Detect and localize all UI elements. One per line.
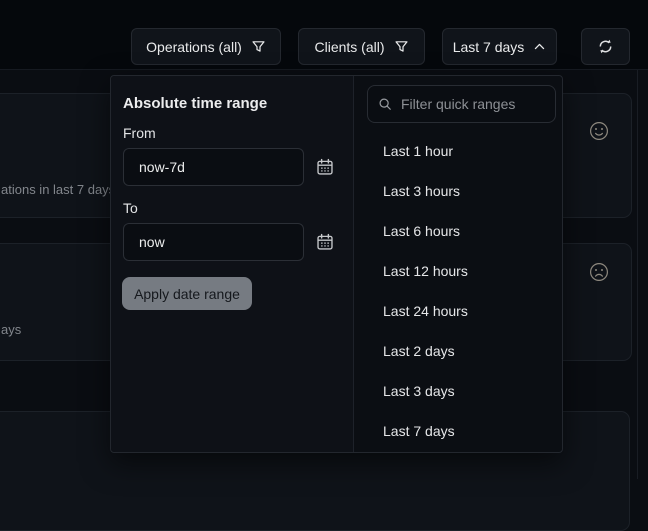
clients-filter-button[interactable]: Clients (all) (298, 28, 425, 65)
chevron-up-icon (533, 40, 546, 53)
stat-card-caption: ays (1, 322, 21, 337)
quick-range-option[interactable]: Last 7 days (354, 411, 562, 451)
refresh-button[interactable] (581, 28, 630, 65)
operations-filter-label: Operations (all) (146, 39, 242, 55)
quick-range-search (367, 85, 556, 123)
quick-range-option[interactable]: Last 3 hours (354, 171, 562, 211)
operations-filter-button[interactable]: Operations (all) (131, 28, 281, 65)
quick-range-list: Last 1 hour Last 3 hours Last 6 hours La… (354, 131, 562, 451)
quick-range-option[interactable]: Last 3 days (354, 371, 562, 411)
frowny-face-icon (589, 262, 609, 282)
calendar-icon[interactable] (316, 233, 336, 253)
time-range-picker-dropdown: Absolute time range From To Apply date r… (110, 75, 563, 453)
clients-filter-label: Clients (all) (314, 39, 384, 55)
to-label: To (123, 200, 138, 216)
filter-quick-ranges-input[interactable] (399, 95, 545, 113)
smiley-face-icon (589, 121, 609, 141)
absolute-time-range-title: Absolute time range (123, 95, 267, 112)
stat-card-caption: ations in last 7 days (1, 182, 115, 197)
quick-range-option[interactable]: Last 1 hour (354, 131, 562, 171)
quick-ranges-section: Last 1 hour Last 3 hours Last 6 hours La… (354, 76, 562, 452)
quick-range-option[interactable]: Last 6 hours (354, 211, 562, 251)
absolute-time-range-section: Absolute time range From To Apply date r… (111, 76, 354, 452)
from-label: From (123, 125, 156, 141)
quick-range-option[interactable]: Last 12 hours (354, 251, 562, 291)
filter-icon (394, 39, 409, 54)
calendar-icon[interactable] (316, 158, 336, 178)
quick-range-option[interactable]: Last 24 hours (354, 291, 562, 331)
apply-date-range-button[interactable]: Apply date range (122, 277, 252, 310)
from-input[interactable] (123, 148, 304, 186)
filter-icon (251, 39, 266, 54)
quick-range-option[interactable]: Last 2 days (354, 331, 562, 371)
content-right-divider (637, 70, 638, 479)
top-bar: Operations (all) Clients (all) Last 7 da… (0, 0, 648, 70)
to-input[interactable] (123, 223, 304, 261)
search-icon (378, 97, 392, 111)
time-range-label: Last 7 days (453, 39, 525, 55)
refresh-icon (597, 38, 614, 55)
time-range-button[interactable]: Last 7 days (442, 28, 557, 65)
